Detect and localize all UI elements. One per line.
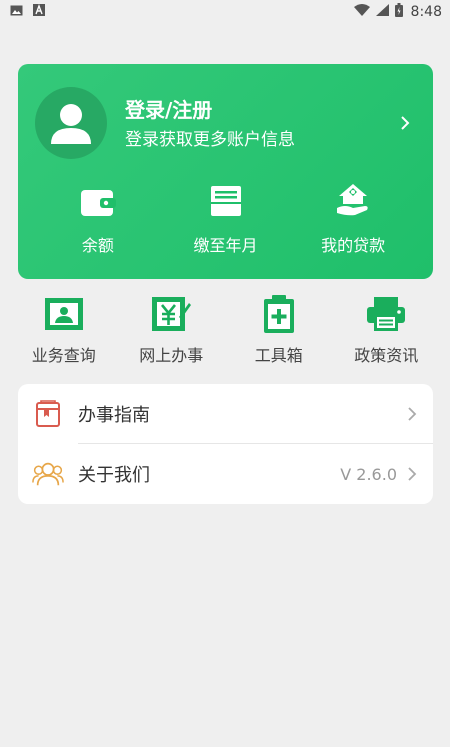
about-us-row[interactable]: 关于我们 V 2.6.0 bbox=[18, 444, 433, 504]
clipboard-plus-icon bbox=[263, 294, 295, 334]
yen-edit-icon bbox=[151, 294, 192, 334]
quick-entry-row: 业务查询 网上办事 工具箱 政策资讯 bbox=[0, 294, 450, 366]
wallet-icon bbox=[80, 178, 116, 218]
toolbox-button[interactable]: 工具箱 bbox=[229, 294, 329, 366]
policy-news-label: 政策资讯 bbox=[354, 346, 419, 365]
business-query-button[interactable]: 业务查询 bbox=[14, 294, 114, 366]
profile-card[interactable]: 登录/注册 登录获取更多账户信息 余额 缴至年月 我的贷款 bbox=[18, 64, 433, 279]
avatar[interactable] bbox=[35, 87, 107, 159]
login-title[interactable]: 登录/注册 bbox=[125, 94, 212, 123]
my-loan-button[interactable]: 我的贷款 bbox=[289, 178, 417, 256]
image-icon bbox=[10, 4, 23, 20]
toolbox-label: 工具箱 bbox=[254, 346, 303, 365]
id-card-icon bbox=[44, 294, 84, 334]
menu-card: 办事指南 关于我们 V 2.6.0 bbox=[18, 384, 433, 504]
battery-icon bbox=[394, 3, 403, 21]
online-service-label: 网上办事 bbox=[139, 346, 204, 365]
my-loan-label: 我的贷款 bbox=[321, 236, 386, 255]
guide-book-icon bbox=[32, 399, 64, 429]
paid-until-button[interactable]: 缴至年月 bbox=[162, 178, 290, 256]
wifi-icon bbox=[353, 4, 370, 20]
balance-label: 余额 bbox=[81, 236, 114, 255]
status-bar: 8:48 bbox=[0, 0, 450, 24]
policy-news-button[interactable]: 政策资讯 bbox=[336, 294, 436, 366]
chevron-right-icon bbox=[408, 407, 417, 421]
service-guide-label: 办事指南 bbox=[78, 405, 150, 426]
text-a-icon bbox=[33, 4, 45, 20]
online-service-button[interactable]: 网上办事 bbox=[121, 294, 221, 366]
status-time: 8:48 bbox=[410, 4, 442, 20]
printer-receipt-icon bbox=[209, 178, 243, 218]
paid-until-label: 缴至年月 bbox=[193, 236, 258, 255]
printer-icon bbox=[366, 294, 406, 334]
users-icon bbox=[32, 459, 64, 489]
user-silhouette-icon bbox=[51, 104, 91, 144]
about-us-label: 关于我们 bbox=[78, 465, 150, 486]
chevron-right-icon[interactable] bbox=[399, 114, 411, 132]
balance-button[interactable]: 余额 bbox=[34, 178, 162, 256]
chevron-right-icon bbox=[408, 467, 417, 481]
house-hand-icon bbox=[335, 178, 371, 218]
version-label: V 2.6.0 bbox=[340, 464, 397, 484]
login-subtitle: 登录获取更多账户信息 bbox=[125, 130, 295, 150]
service-guide-row[interactable]: 办事指南 bbox=[18, 384, 433, 444]
business-query-label: 业务查询 bbox=[31, 346, 96, 365]
signal-icon bbox=[375, 4, 389, 20]
